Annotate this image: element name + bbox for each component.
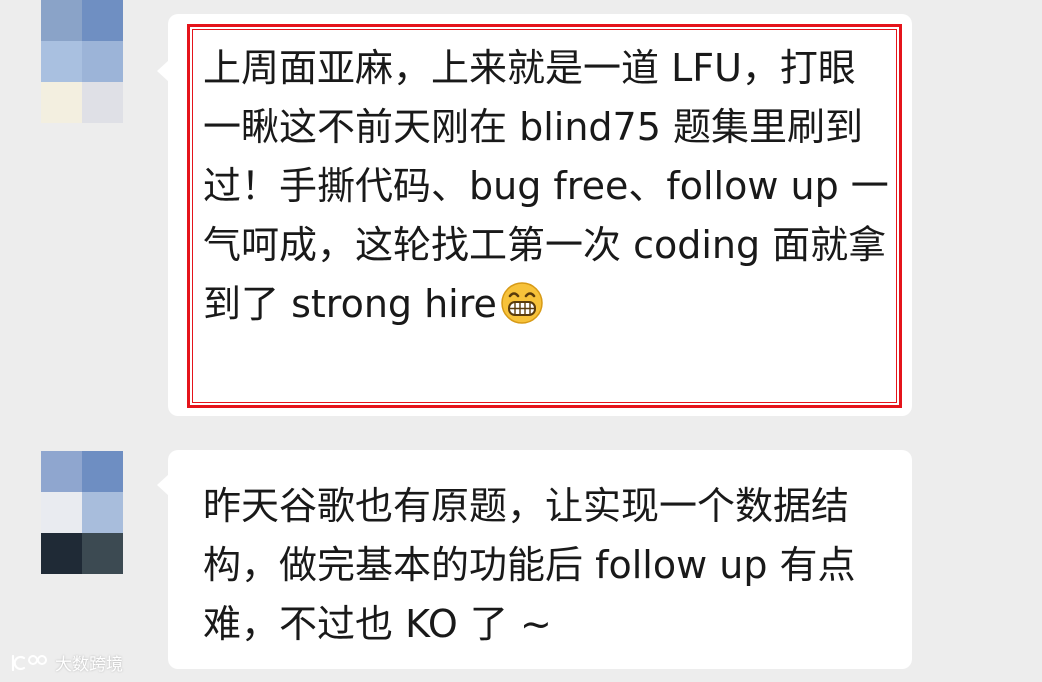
avatar-tile <box>82 0 123 41</box>
avatar-tile <box>41 0 82 41</box>
avatar-tile <box>82 451 123 492</box>
watermark-text: 大数跨境 <box>55 655 123 675</box>
grinning-face-emoji-icon <box>499 279 545 325</box>
avatar-tile <box>41 41 82 82</box>
avatar[interactable] <box>41 0 123 123</box>
avatar-tile <box>41 492 82 533</box>
avatar-tile <box>82 533 123 574</box>
avatar-tile <box>82 41 123 82</box>
message-text: 昨天谷歌也有原题，让实现一个数据结构，做完基本的功能后 follow up 有点… <box>203 477 893 654</box>
message-text: 上周面亚麻，上来就是一道 LFU，打眼一瞅这不前天刚在 blind75 题集里刷… <box>203 39 893 334</box>
avatar-tile <box>41 533 82 574</box>
watermark-logo-icon <box>10 652 50 674</box>
avatar-tile <box>41 82 82 123</box>
avatar-tile <box>82 82 123 123</box>
avatar-tile <box>82 492 123 533</box>
message-body: 上周面亚麻，上来就是一道 LFU，打眼一瞅这不前天刚在 blind75 题集里刷… <box>203 46 889 326</box>
message-body: 昨天谷歌也有原题，让实现一个数据结构，做完基本的功能后 follow up 有点… <box>203 484 856 646</box>
watermark: 大数跨境 <box>10 650 123 675</box>
avatar[interactable] <box>41 451 123 574</box>
avatar-tile <box>41 451 82 492</box>
